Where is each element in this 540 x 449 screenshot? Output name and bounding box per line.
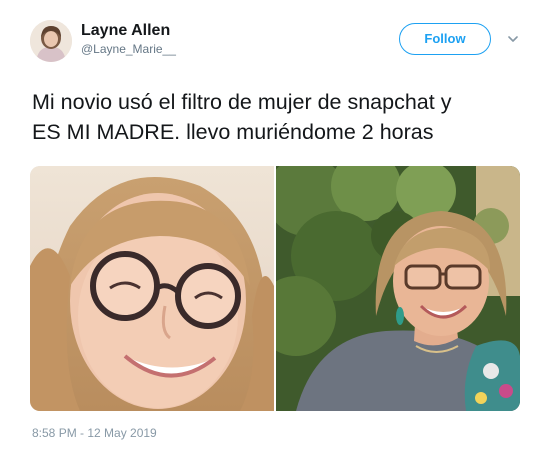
tweet-card: Layne Allen @Layne_Marie__ Follow Mi nov…	[0, 0, 540, 449]
tweet-media[interactable]	[30, 166, 520, 411]
user-handle[interactable]: @Layne_Marie__	[81, 42, 176, 56]
user-avatar[interactable]	[30, 20, 72, 62]
media-photo-left[interactable]	[30, 166, 275, 411]
follow-button[interactable]: Follow	[399, 23, 491, 55]
chevron-down-icon[interactable]	[506, 32, 520, 46]
avatar-image	[30, 20, 72, 62]
tweet-text-line: ES MI MADRE. llevo muriéndome 2 horas	[32, 120, 434, 144]
tweet-text-line: Mi novio usó el filtro de mujer de snapc…	[32, 90, 452, 114]
tweet-timestamp[interactable]: 8:58 PM - 12 May 2019	[32, 426, 157, 440]
user-display-name[interactable]: Layne Allen	[81, 22, 170, 40]
tweet-text: Mi novio usó el filtro de mujer de snapc…	[32, 87, 522, 147]
media-photo-right[interactable]	[256, 166, 520, 411]
